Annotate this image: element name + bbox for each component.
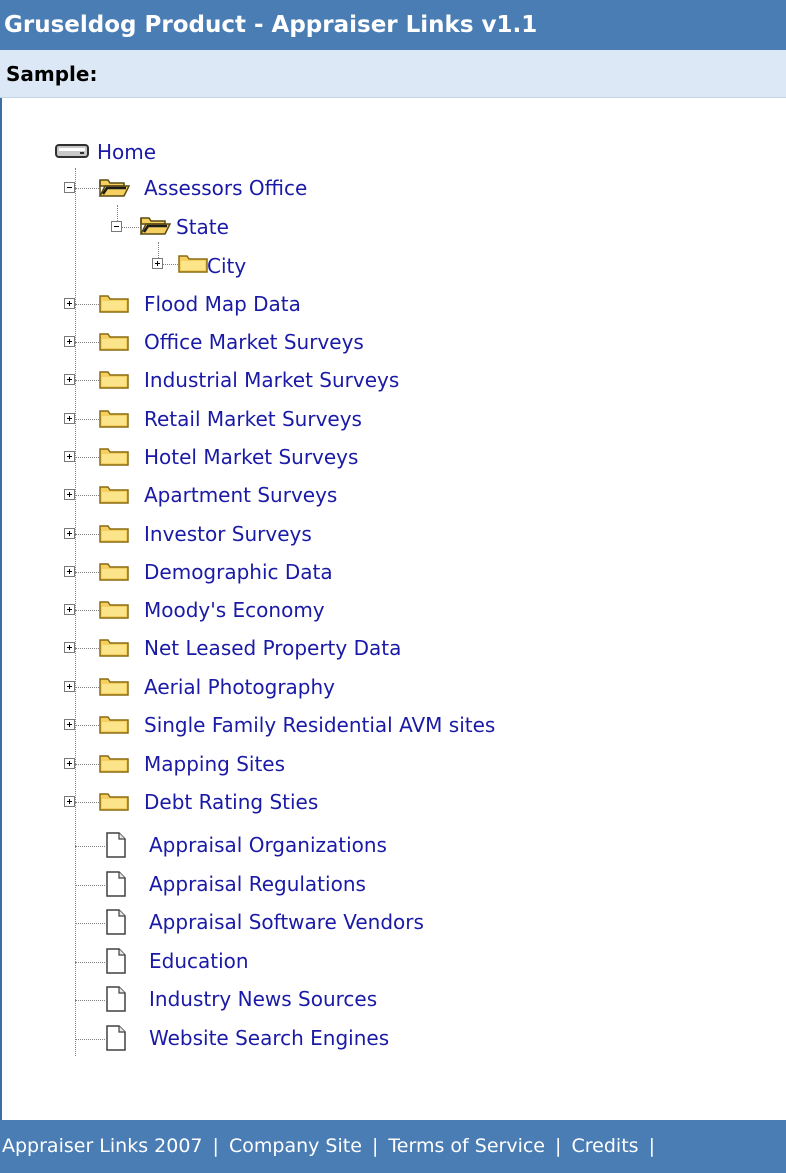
tree-item-folder[interactable]: Investor Surveys	[144, 522, 312, 546]
tree-item-folder[interactable]: Debt Rating Sties	[144, 790, 318, 814]
tree-branch	[75, 457, 99, 458]
tree-branch	[75, 648, 99, 649]
tree-branch	[75, 1000, 105, 1001]
collapse-toggle[interactable]	[111, 221, 122, 232]
expand-toggle[interactable]	[64, 604, 75, 615]
document-icon	[106, 986, 126, 1012]
tree-branch	[75, 304, 99, 305]
tree-branch	[75, 342, 99, 343]
page-title: Gruseldog Product - Appraiser Links v1.1	[0, 0, 786, 50]
tree-branch	[75, 764, 99, 765]
folder-icon	[99, 295, 129, 313]
expand-toggle[interactable]	[64, 566, 75, 577]
folder-icon	[99, 601, 129, 619]
folder-icon	[99, 410, 129, 428]
tree-branch	[75, 188, 99, 189]
folder-icon	[99, 639, 129, 657]
tree-item-document[interactable]: Appraisal Software Vendors	[149, 910, 424, 934]
expand-toggle[interactable]	[64, 528, 75, 539]
document-icon	[106, 871, 126, 897]
folder-icon	[178, 255, 208, 273]
folder-icon	[99, 755, 129, 773]
document-icon	[106, 909, 126, 935]
folder-icon	[99, 333, 129, 351]
folder-icon	[99, 563, 129, 581]
footer-separator: |	[371, 1135, 379, 1157]
tree-item-folder[interactable]: Demographic Data	[144, 560, 333, 584]
footer-bar: Appraiser Links 2007 | Company Site | Te…	[0, 1120, 786, 1173]
tree-branch	[75, 962, 105, 963]
expand-toggle[interactable]	[64, 451, 75, 462]
footer-separator: |	[648, 1135, 655, 1157]
tree-branch	[75, 534, 99, 535]
expand-toggle[interactable]	[64, 796, 75, 807]
tree-branch	[75, 419, 99, 420]
folder-icon	[99, 371, 129, 389]
document-icon	[106, 1025, 126, 1051]
open-folder-icon	[139, 217, 171, 235]
tree-item-document[interactable]: Education	[149, 949, 249, 973]
tree-item-folder[interactable]: Single Family Residential AVM sites	[144, 713, 495, 737]
tree-branch	[75, 572, 99, 573]
document-icon	[106, 948, 126, 974]
tree-item-document[interactable]: Appraisal Regulations	[149, 872, 366, 896]
tree-item-folder[interactable]: Aerial Photography	[144, 675, 335, 699]
expand-toggle[interactable]	[64, 336, 75, 347]
document-icon	[106, 832, 126, 858]
tree-item-document[interactable]: Industry News Sources	[149, 987, 377, 1011]
footer-separator: |	[212, 1135, 219, 1157]
footer-copyright: Appraiser Links 2007	[2, 1135, 203, 1157]
tree-item-folder[interactable]: Flood Map Data	[144, 292, 301, 316]
tree-branch	[75, 846, 105, 847]
expand-toggle[interactable]	[64, 642, 75, 653]
expand-toggle[interactable]	[64, 298, 75, 309]
tree-branch	[75, 1039, 105, 1040]
expand-toggle[interactable]	[64, 374, 75, 385]
folder-icon	[99, 525, 129, 543]
folder-icon	[99, 486, 129, 504]
sample-heading: Sample:	[0, 50, 786, 98]
footer-link-terms[interactable]: Terms of Service	[388, 1135, 545, 1157]
folder-icon	[99, 678, 129, 696]
footer-link-company-site[interactable]: Company Site	[229, 1135, 362, 1157]
tree-item-folder[interactable]: Hotel Market Surveys	[144, 445, 358, 469]
folder-icon	[99, 716, 129, 734]
footer-separator: |	[555, 1135, 562, 1157]
expand-toggle[interactable]	[64, 758, 75, 769]
tree-item-home[interactable]: Home	[97, 140, 156, 164]
tree-branch	[75, 495, 99, 496]
tree-item-assessors-office[interactable]: Assessors Office	[144, 176, 307, 200]
folder-icon	[99, 793, 129, 811]
expand-toggle[interactable]	[64, 681, 75, 692]
tree-item-city[interactable]: City	[207, 254, 246, 278]
tree-branch	[75, 610, 99, 611]
expand-toggle[interactable]	[64, 489, 75, 500]
folder-icon	[99, 448, 129, 466]
tree-item-folder[interactable]: Mapping Sites	[144, 752, 285, 776]
tree-item-folder[interactable]: Industrial Market Surveys	[144, 368, 399, 392]
expand-toggle[interactable]	[152, 258, 163, 269]
tree-branch	[75, 687, 99, 688]
tree-branch	[75, 725, 99, 726]
expand-toggle[interactable]	[64, 719, 75, 730]
tree-item-folder[interactable]: Moody's Economy	[144, 598, 325, 622]
tree-branch	[75, 802, 99, 803]
tree-item-folder[interactable]: Office Market Surveys	[144, 330, 364, 354]
tree-item-folder[interactable]: Apartment Surveys	[144, 483, 337, 507]
collapse-toggle[interactable]	[64, 182, 75, 193]
tree-item-state[interactable]: State	[176, 215, 229, 239]
tree-branch	[75, 923, 105, 924]
tree-item-folder[interactable]: Net Leased Property Data	[144, 636, 401, 660]
tree-item-document[interactable]: Appraisal Organizations	[149, 833, 387, 857]
open-folder-icon	[98, 179, 130, 197]
tree-item-folder[interactable]: Retail Market Surveys	[144, 407, 362, 431]
drive-icon	[55, 144, 89, 158]
tree-branch	[75, 380, 99, 381]
tree-item-document[interactable]: Website Search Engines	[149, 1026, 389, 1050]
expand-toggle[interactable]	[64, 413, 75, 424]
tree-branch	[75, 885, 105, 886]
footer-link-credits[interactable]: Credits	[572, 1135, 639, 1157]
